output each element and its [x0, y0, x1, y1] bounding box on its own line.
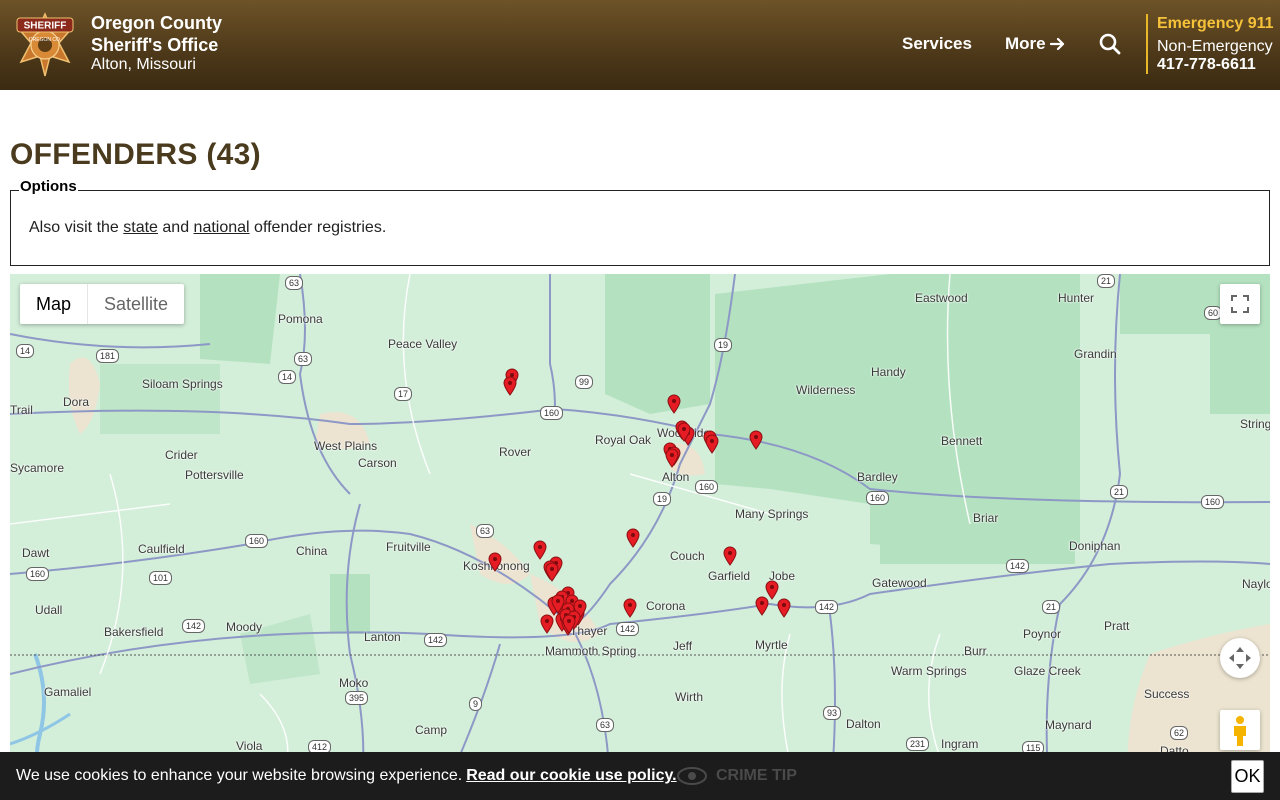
options-text-after: offender registries.	[249, 219, 387, 236]
offender-marker-icon[interactable]	[562, 614, 576, 634]
highway-shield: 160	[866, 491, 890, 505]
highway-shield: 14	[278, 370, 297, 384]
page-title: OFFENDERS (43)	[10, 138, 261, 171]
brand-line2: Sheriff's Office	[91, 35, 219, 55]
offender-marker-icon[interactable]	[723, 546, 737, 566]
non-emergency-label: Non-Emergency	[1157, 38, 1273, 55]
highway-shield: 63	[476, 524, 495, 538]
highway-shield: 63	[596, 718, 615, 732]
cookie-text: We use cookies to enhance your website b…	[16, 767, 463, 784]
eye-icon	[677, 767, 707, 785]
highway-shield: 395	[345, 691, 369, 705]
nav-services[interactable]: Services	[902, 34, 972, 54]
highway-shield: 21	[1097, 274, 1116, 288]
highway-shield: 160	[245, 534, 269, 548]
highway-shield: 142	[424, 633, 448, 647]
highway-shield: 63	[285, 276, 304, 290]
offender-marker-icon[interactable]	[545, 562, 559, 582]
cookie-policy-link[interactable]: Read our cookie use policy.	[466, 767, 676, 784]
offender-marker-icon[interactable]	[623, 598, 637, 618]
street-view-button[interactable]	[1220, 710, 1260, 750]
camera-control-icon	[1229, 647, 1251, 669]
highway-shield: 99	[575, 375, 594, 389]
crime-tip-link[interactable]: CRIME TIP	[716, 767, 797, 785]
brand-location: Alton, Missouri	[91, 56, 196, 73]
map-type-map-button[interactable]: Map	[20, 284, 87, 324]
national-registry-link[interactable]: national	[194, 219, 250, 236]
site-brand[interactable]: Oregon County Sheriff's Office	[91, 12, 251, 56]
highway-shield: 21	[1110, 485, 1129, 499]
cookie-banner: CRIME TIP We use cookies to enhance your…	[0, 752, 1280, 800]
offender-marker-icon[interactable]	[677, 422, 691, 442]
cookie-ok-button[interactable]: OK	[1231, 760, 1264, 793]
highway-shield: 62	[1170, 726, 1189, 740]
cookie-message: We use cookies to enhance your website b…	[16, 767, 677, 785]
badge-text: SHERIFF	[24, 21, 67, 32]
highway-shield: 101	[149, 571, 173, 585]
sheriff-badge-logo[interactable]: SHERIFF OREGON CO.	[14, 12, 76, 78]
highway-shield: 19	[714, 338, 733, 352]
highway-shield: 231	[906, 737, 930, 751]
fullscreen-button[interactable]	[1220, 284, 1260, 324]
offender-marker-icon[interactable]	[777, 598, 791, 618]
pegman-icon	[1234, 716, 1246, 746]
options-legend: Options	[19, 178, 78, 195]
offender-marker-icon[interactable]	[626, 528, 640, 548]
highway-shield: 93	[823, 706, 842, 720]
site-header: SHERIFF OREGON CO. Oregon County Sheriff…	[0, 0, 1280, 90]
nav-more-label: More	[1005, 34, 1046, 53]
offender-marker-icon[interactable]	[540, 614, 554, 634]
fullscreen-icon	[1231, 295, 1249, 313]
brand-line1: Oregon County	[91, 13, 222, 33]
offender-marker-icon[interactable]	[488, 552, 502, 572]
header-divider	[1146, 14, 1148, 74]
highway-shield: 142	[182, 619, 206, 633]
highway-shield: 9	[469, 697, 483, 711]
highway-shield: 160	[26, 567, 50, 581]
highway-shield: 160	[540, 406, 564, 420]
highway-shield: 142	[1006, 559, 1030, 573]
offender-marker-icon[interactable]	[665, 448, 679, 468]
map-base-layer[interactable]	[10, 274, 1270, 800]
highway-shield: 142	[616, 622, 640, 636]
map-type-control: Map Satellite	[20, 284, 185, 324]
badge-subtext: OREGON CO.	[29, 37, 62, 43]
map-type-satellite-button[interactable]: Satellite	[87, 284, 184, 324]
nav-more[interactable]: More	[1005, 34, 1066, 54]
highway-shield: 19	[653, 492, 672, 506]
search-icon[interactable]	[1098, 32, 1122, 56]
highway-shield: 160	[695, 480, 719, 494]
emergency-911-link[interactable]: Emergency 911	[1157, 15, 1274, 33]
highway-shield: 14	[16, 344, 35, 358]
highway-shield: 21	[1042, 600, 1061, 614]
highway-shield: 17	[394, 387, 413, 401]
offender-marker-icon[interactable]	[533, 540, 547, 560]
state-registry-link[interactable]: state	[123, 219, 158, 236]
options-text-before: Also visit the	[29, 219, 124, 236]
options-text: Also visit the state and national offend…	[29, 219, 386, 237]
arrow-right-icon	[1049, 37, 1064, 51]
offender-marker-icon[interactable]	[705, 434, 719, 454]
highway-shield: 160	[1201, 495, 1225, 509]
offender-map[interactable]: Pomona Peace Valley Eastwood Hunter Gran…	[10, 274, 1270, 800]
offender-marker-icon[interactable]	[667, 394, 681, 414]
highway-shield: 63	[294, 352, 313, 366]
offender-marker-icon[interactable]	[749, 430, 763, 450]
non-emergency-phone-link[interactable]: 417-778-6611	[1157, 56, 1256, 74]
highway-shield: 142	[815, 600, 839, 614]
options-text-mid: and	[157, 219, 194, 236]
offender-marker-icon[interactable]	[755, 596, 769, 616]
highway-shield: 181	[96, 349, 120, 363]
camera-control-button[interactable]	[1220, 638, 1260, 678]
options-fieldset: Options Also visit the state and nationa…	[10, 178, 1270, 266]
offender-marker-icon[interactable]	[503, 376, 517, 396]
